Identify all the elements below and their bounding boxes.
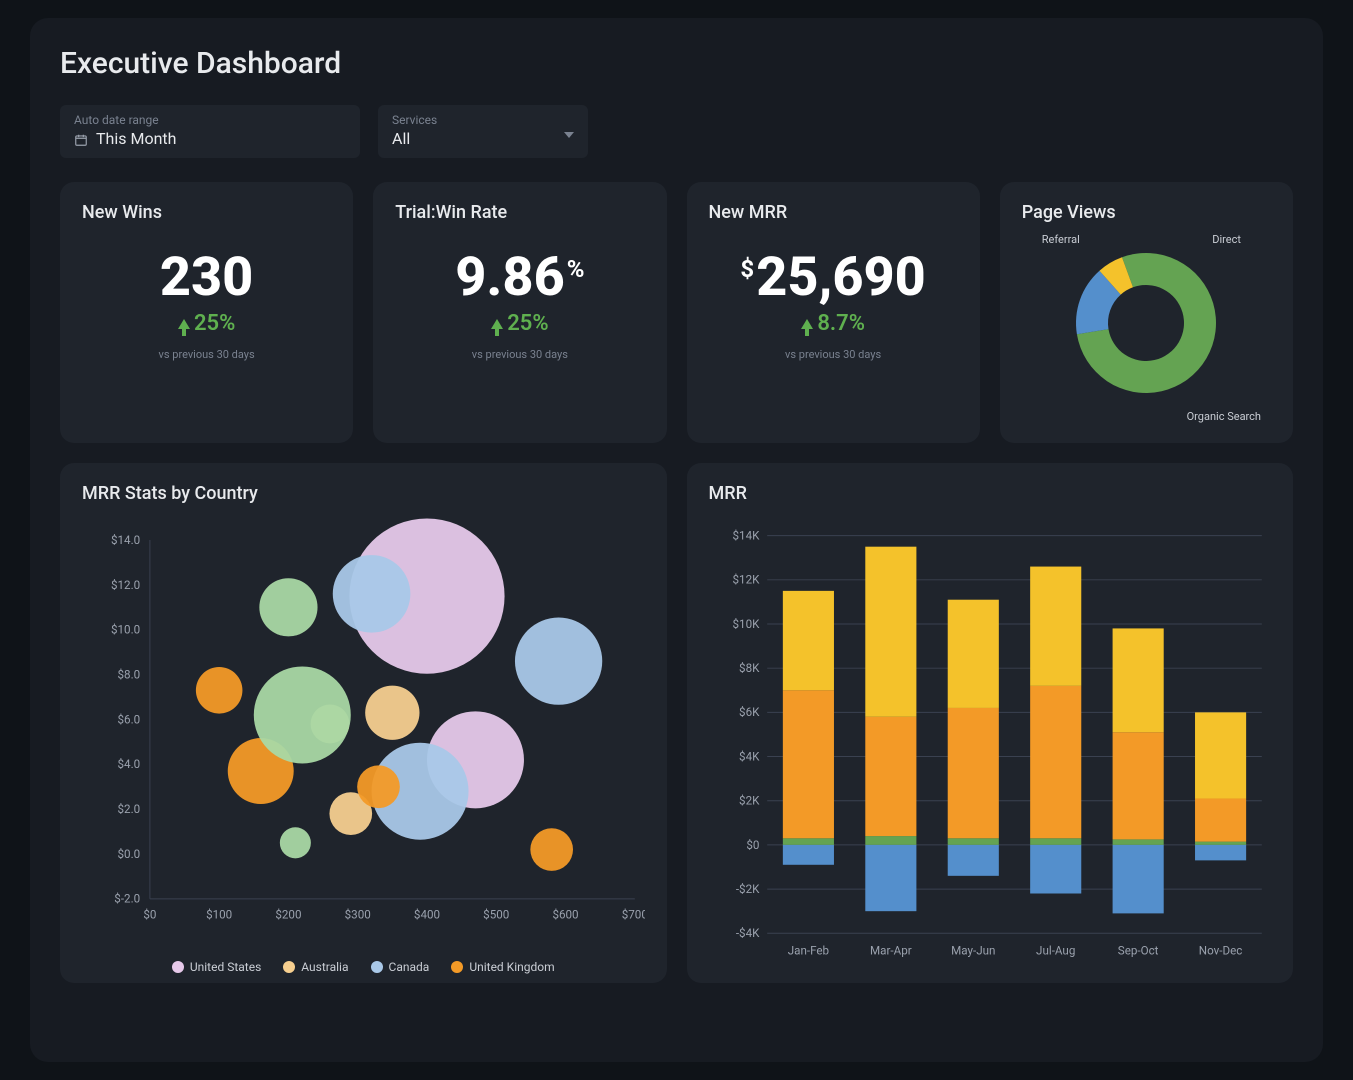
- kpi-title: New MRR: [709, 202, 958, 223]
- donut-label-organic: Organic Search: [1187, 410, 1261, 423]
- arrow-up-icon: [801, 319, 813, 329]
- chevron-down-icon: [564, 132, 574, 138]
- kpi-delta: 25%: [395, 311, 644, 336]
- svg-text:$100: $100: [206, 907, 232, 921]
- date-range-value-row: This Month: [74, 129, 346, 148]
- svg-text:May-Jun: May-Jun: [951, 944, 995, 958]
- kpi-title: Page Views: [1022, 202, 1271, 223]
- calendar-icon: [74, 132, 88, 146]
- kpi-card-new-wins: New Wins 230 25% vs previous 30 days: [60, 182, 353, 443]
- svg-text:$700: $700: [622, 907, 645, 921]
- svg-text:$0: $0: [746, 838, 759, 852]
- svg-text:$10K: $10K: [732, 617, 760, 631]
- services-filter[interactable]: Services All: [378, 105, 588, 158]
- kpi-note: vs previous 30 days: [395, 348, 644, 361]
- svg-text:$12.0: $12.0: [111, 578, 140, 592]
- kpi-row: New Wins 230 25% vs previous 30 days Tri…: [60, 182, 1293, 443]
- services-value: All: [392, 129, 574, 148]
- kpi-value: 230: [160, 251, 253, 305]
- svg-text:$12K: $12K: [732, 573, 760, 587]
- svg-text:Sep-Oct: Sep-Oct: [1117, 944, 1158, 958]
- svg-text:$-2.0: $-2.0: [114, 892, 140, 906]
- svg-text:$2.0: $2.0: [118, 802, 141, 816]
- svg-text:$600: $600: [552, 907, 578, 921]
- charts-row: MRR Stats by Country $-2.0 $0.0 $2.0 $4.0 $6…: [60, 463, 1293, 983]
- arrow-up-icon: [178, 319, 190, 329]
- bubble-chart: $-2.0 $0.0 $2.0 $4.0 $6.0 $8.0 $10.0 $12.0 $14.0…: [82, 514, 645, 954]
- bubble-chart-card: MRR Stats by Country $-2.0 $0.0 $2.0 $4.0 $6…: [60, 463, 667, 983]
- filters-row: Auto date range This Month Services All: [60, 105, 1293, 158]
- svg-text:$8K: $8K: [739, 661, 760, 675]
- kpi-note: vs previous 30 days: [709, 348, 958, 361]
- kpi-card-win-rate: Trial:Win Rate 9.86% 25% vs previous 30 …: [373, 182, 666, 443]
- chart-title: MRR Stats by Country: [82, 483, 645, 504]
- svg-text:$0: $0: [143, 907, 156, 921]
- kpi-delta: 25%: [82, 311, 331, 336]
- svg-text:$2K: $2K: [739, 794, 760, 808]
- svg-text:$400: $400: [414, 907, 440, 921]
- kpi-value: 9.86%: [455, 251, 584, 305]
- svg-text:Jan-Feb: Jan-Feb: [787, 944, 828, 958]
- bubble-legend: United States Australia Canada United Kingd…: [82, 960, 645, 974]
- legend-item: United Kingdom: [451, 960, 554, 974]
- svg-text:$8.0: $8.0: [118, 667, 141, 681]
- svg-text:$14K: $14K: [732, 529, 760, 543]
- donut-label-referral: Referral: [1042, 233, 1080, 246]
- svg-text:$6K: $6K: [739, 705, 760, 719]
- svg-text:$500: $500: [483, 907, 509, 921]
- kpi-card-new-mrr: New MRR $25,690 8.7% vs previous 30 days: [687, 182, 980, 443]
- kpi-card-page-views: Page Views Referral Direct Organic Searc…: [1000, 182, 1293, 443]
- svg-text:$4K: $4K: [739, 749, 760, 763]
- donut-label-direct: Direct: [1212, 233, 1241, 246]
- svg-text:-$2K: -$2K: [735, 882, 759, 896]
- kpi-value: $25,690: [740, 251, 925, 305]
- chart-title: MRR: [709, 483, 1272, 504]
- dashboard-container: Executive Dashboard Auto date range This…: [30, 18, 1323, 1062]
- svg-text:Jul-Aug: Jul-Aug: [1036, 944, 1075, 958]
- svg-text:-$4K: -$4K: [735, 926, 759, 940]
- legend-item: Canada: [371, 960, 430, 974]
- date-range-label: Auto date range: [74, 113, 346, 127]
- kpi-title: Trial:Win Rate: [395, 202, 644, 223]
- legend-item: Australia: [283, 960, 348, 974]
- date-range-filter[interactable]: Auto date range This Month: [60, 105, 360, 158]
- mrr-chart-card: MRR -$4K -$2K $0 $2K $4K $6K $8K $10K $12K $14K Ja…: [687, 463, 1294, 983]
- svg-text:$14.0: $14.0: [111, 533, 140, 547]
- svg-text:$4.0: $4.0: [118, 757, 141, 771]
- arrow-up-icon: [491, 319, 503, 329]
- svg-text:$300: $300: [345, 907, 371, 921]
- kpi-note: vs previous 30 days: [82, 348, 331, 361]
- svg-text:Nov-Dec: Nov-Dec: [1198, 944, 1242, 958]
- date-range-value: This Month: [96, 129, 176, 148]
- svg-text:$10.0: $10.0: [111, 623, 140, 637]
- page-title: Executive Dashboard: [60, 46, 1293, 81]
- svg-text:$0.0: $0.0: [118, 847, 141, 861]
- svg-text:$6.0: $6.0: [118, 712, 141, 726]
- mrr-bar-chart: -$4K -$2K $0 $2K $4K $6K $8K $10K $12K $14K Jan-Fe…: [709, 514, 1272, 984]
- svg-text:Mar-Apr: Mar-Apr: [869, 944, 911, 958]
- donut-chart: Referral Direct Organic Search: [1022, 233, 1271, 423]
- legend-item: United States: [172, 960, 261, 974]
- svg-text:$200: $200: [275, 907, 301, 921]
- kpi-title: New Wins: [82, 202, 331, 223]
- kpi-delta: 8.7%: [709, 311, 958, 336]
- services-label: Services: [392, 113, 574, 127]
